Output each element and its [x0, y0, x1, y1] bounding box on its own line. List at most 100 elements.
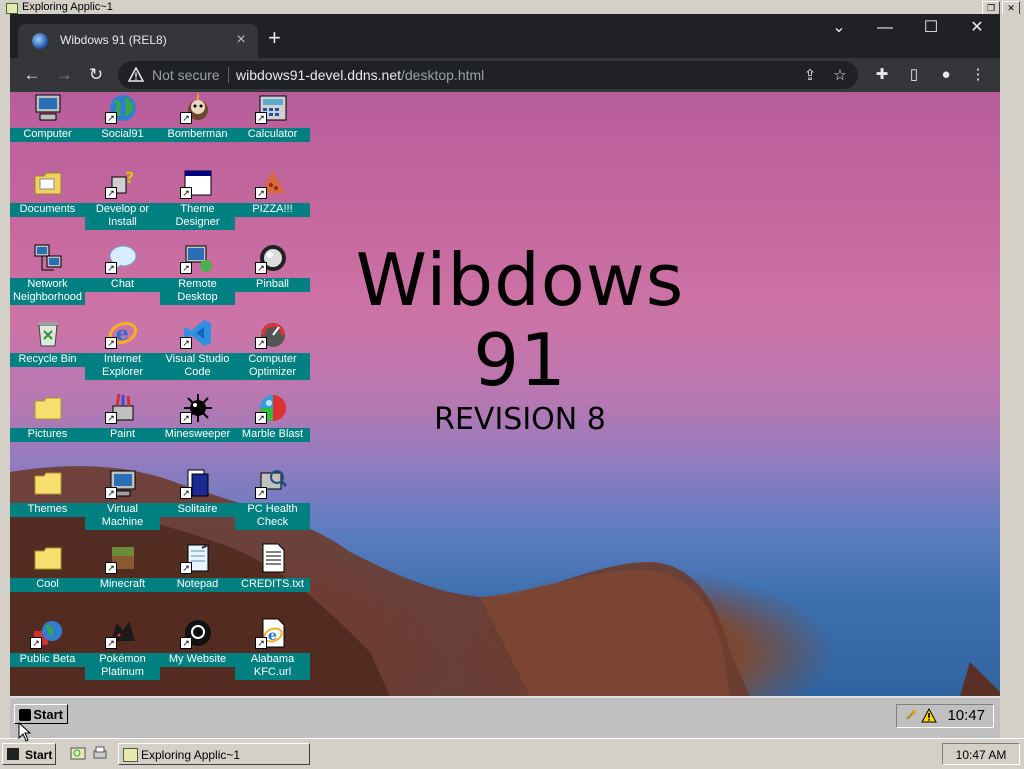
desktop-icon-recycle-bin[interactable]: Recycle Bin: [10, 317, 85, 392]
desktop-icon-chat[interactable]: ↗ Chat: [85, 242, 160, 317]
browser-tab[interactable]: Wibdows 91 (REL8) ×: [18, 24, 258, 58]
desktop-icon-internet-explorer[interactable]: e ↗ Internet Explorer: [85, 317, 160, 392]
wibdows-logo: Wibdows 91 REVISION 8: [300, 240, 740, 438]
desktop-icon-label: Public Beta: [10, 653, 85, 667]
shortcut-arrow-icon: ↗: [255, 337, 267, 349]
shortcut-arrow-icon: ↗: [180, 112, 192, 124]
shortcut-arrow-icon: ↗: [255, 112, 267, 124]
desktop-icon-visual-studio-code[interactable]: ↗ Visual Studio Code: [160, 317, 235, 392]
extensions-icon[interactable]: ✚: [872, 65, 892, 85]
desktop-icon-credits-txt[interactable]: CREDITS.txt: [235, 542, 310, 617]
folder-icon: [34, 547, 62, 570]
desktop-icon-network-neighborhood[interactable]: Network Neighborhood: [10, 242, 85, 317]
desktop-icon-label: Visual Studio Code: [160, 353, 235, 380]
browser-window: Wibdows 91 (REL8) × + ⌄ — ☐ ✕ ← → ↻ Not …: [10, 14, 1000, 738]
desktop-icon-marble-blast[interactable]: ↗ Marble Blast: [235, 392, 310, 467]
wibdows-taskbar: Start 10:47: [10, 696, 1000, 738]
desktop-icon-computer[interactable]: Computer: [10, 92, 85, 167]
desktop-icon-label: Marble Blast: [235, 428, 310, 442]
desktop-icon-documents[interactable]: Documents: [10, 167, 85, 242]
desktop-icon-label: Cool: [10, 578, 85, 592]
host-task-label: Exploring Applic~1: [141, 748, 241, 762]
desktop-icon-theme-designer[interactable]: ↗ Theme Designer: [160, 167, 235, 242]
desktop-icon-label: Minesweeper: [160, 428, 235, 442]
not-secure-label: Not secure: [152, 67, 220, 83]
minimize-button[interactable]: —: [862, 14, 908, 42]
desktop-icon-public-beta[interactable]: ↗ Public Beta: [10, 617, 85, 692]
share-icon[interactable]: ⇪: [800, 66, 820, 84]
recycle-bin-icon: [38, 322, 58, 347]
shortcut-arrow-icon: ↗: [255, 637, 267, 649]
desktop-icon-my-website[interactable]: ↗ My Website: [160, 617, 235, 692]
wibdows-start-button[interactable]: Start: [14, 704, 68, 724]
address-bar[interactable]: Not secure wibdows91-devel.ddns.net/desk…: [118, 61, 858, 89]
side-panel-icon[interactable]: ▯: [904, 65, 924, 85]
mouse-cursor-icon: [18, 722, 32, 742]
maximize-button[interactable]: ☐: [908, 14, 954, 42]
reload-icon[interactable]: ↻: [86, 65, 106, 85]
desktop-icon-themes[interactable]: Themes: [10, 467, 85, 542]
desktop-icon-label: Paint: [85, 428, 160, 442]
wibdows-desktop[interactable]: Wibdows 91 REVISION 8 Computer ↗ Social91 ↗…: [10, 92, 1000, 738]
desktop-icon-alabama-kfc-url[interactable]: e ↗ Alabama KFC.url: [235, 617, 310, 692]
warning-icon[interactable]: [128, 67, 144, 83]
bookmark-star-icon[interactable]: ☆: [830, 66, 850, 84]
host-close-button[interactable]: ✕: [1002, 1, 1020, 15]
warning-icon[interactable]: [921, 708, 937, 723]
desktop-icon-virtual-machine[interactable]: ↗ Virtual Machine: [85, 467, 160, 542]
explorer-window-icon: [6, 3, 18, 14]
profile-icon[interactable]: ●: [936, 65, 956, 85]
back-icon[interactable]: ←: [22, 65, 42, 85]
browser-window-controls: ⌄ — ☐ ✕: [816, 14, 1000, 44]
shortcut-arrow-icon: ↗: [105, 487, 117, 499]
close-button[interactable]: ✕: [954, 14, 1000, 42]
desktop-icon-solitaire[interactable]: ↗ Solitaire: [160, 467, 235, 542]
explorer-task-icon: [123, 748, 138, 762]
tab-title: Wibdows 91 (REL8): [60, 33, 167, 47]
host-task-button[interactable]: Exploring Applic~1: [118, 743, 310, 765]
menu-kebab-icon[interactable]: ⋮: [968, 65, 988, 85]
desktop-icon-label: Calculator: [235, 128, 310, 142]
printer-quicklaunch-icon[interactable]: [92, 745, 108, 761]
desktop-icon-bomberman[interactable]: ↗ Bomberman: [160, 92, 235, 167]
url-host: wibdows91-devel.ddns.net: [236, 67, 401, 83]
desktop-icon-develop-or-install[interactable]: ? ↗ Develop or Install: [85, 167, 160, 242]
desktop-icon-minesweeper[interactable]: ↗ Minesweeper: [160, 392, 235, 467]
desktop-icon-label: Solitaire: [160, 503, 235, 517]
desktop-icon-cool[interactable]: Cool: [10, 542, 85, 617]
shortcut-arrow-icon: ↗: [105, 562, 117, 574]
desktop-icon-label: Computer: [10, 128, 85, 142]
svg-text:e: e: [116, 321, 129, 345]
tab-close-icon[interactable]: ×: [232, 31, 250, 49]
forward-icon[interactable]: →: [54, 65, 74, 85]
new-tab-button[interactable]: +: [268, 27, 281, 49]
tab-search-button[interactable]: ⌄: [816, 14, 862, 42]
desktop-icon-label: Virtual Machine: [85, 503, 160, 530]
host-start-button[interactable]: Start: [2, 743, 56, 765]
network-icon: [34, 244, 62, 271]
host-restore-button[interactable]: ❐: [982, 1, 1000, 15]
desktop-icon-notepad[interactable]: ↗ Notepad: [160, 542, 235, 617]
desktop-icon-computer-optimizer[interactable]: ↗ Computer Optimizer: [235, 317, 310, 392]
desktop-icon-label: Bomberman: [160, 128, 235, 142]
host-window-title: Exploring Applic~1: [22, 1, 113, 13]
desktop-icon-label: Documents: [10, 203, 85, 217]
key-icon[interactable]: [905, 709, 917, 721]
desktop-icon-label: Theme Designer: [160, 203, 235, 230]
desktop-icon-pinball[interactable]: ↗ Pinball: [235, 242, 310, 317]
desktop-icon-pizza[interactable]: ↗ PIZZA!!!: [235, 167, 310, 242]
desktop-icon-pc-health-check[interactable]: ↗ PC Health Check: [235, 467, 310, 542]
explorer-quicklaunch-icon[interactable]: [70, 745, 86, 761]
desktop-icon-paint[interactable]: ↗ Paint: [85, 392, 160, 467]
shortcut-arrow-icon: ↗: [180, 487, 192, 499]
desktop-icon-calculator[interactable]: ↗ Calculator: [235, 92, 310, 167]
shortcut-arrow-icon: ↗: [180, 337, 192, 349]
host-clock: 10:47 AM: [942, 743, 1020, 765]
desktop-icon-remote-desktop[interactable]: ↗ Remote Desktop: [160, 242, 235, 317]
desktop-icon-social91[interactable]: ↗ Social91: [85, 92, 160, 167]
desktop-icon-pok-mon-platinum[interactable]: ↗ Pokémon Platinum: [85, 617, 160, 692]
shortcut-arrow-icon: ↗: [180, 187, 192, 199]
folder-documents-icon: [34, 172, 62, 195]
desktop-icon-minecraft[interactable]: ↗ Minecraft: [85, 542, 160, 617]
desktop-icon-pictures[interactable]: Pictures: [10, 392, 85, 467]
